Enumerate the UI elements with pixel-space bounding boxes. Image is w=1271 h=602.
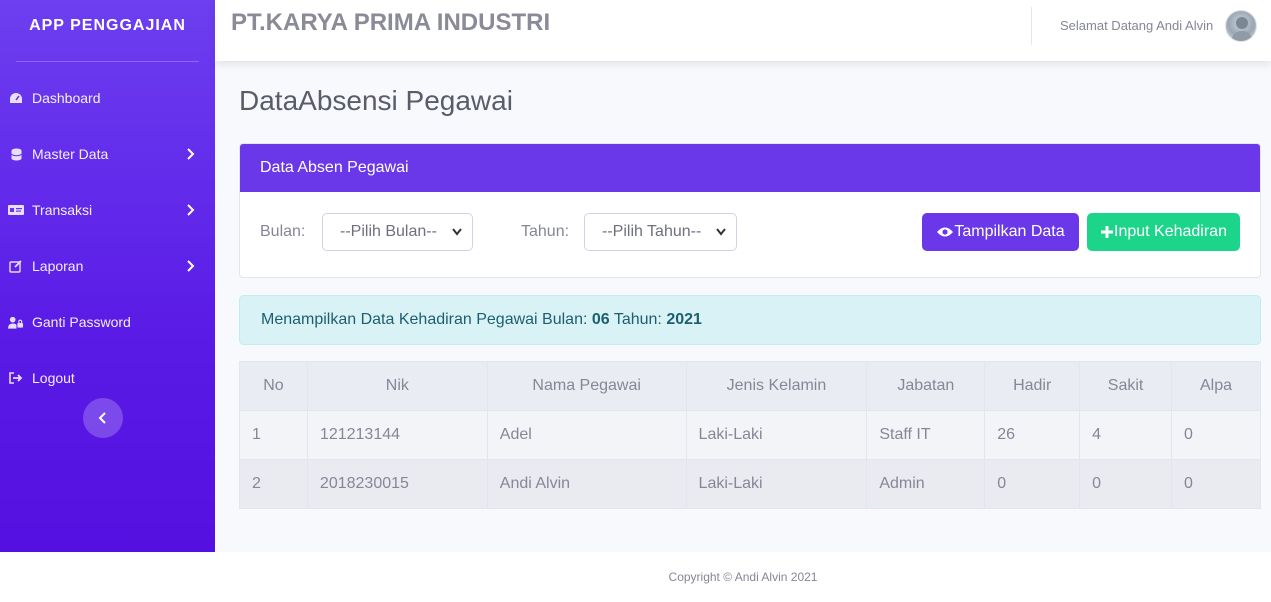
sidebar: APP PENGGAJIAN Dashboard Master Data Tra… <box>0 0 215 552</box>
tahun-label: Tahun: <box>521 223 570 240</box>
sidebar-item-master-data[interactable]: Master Data <box>0 126 215 182</box>
chevron-down-icon <box>452 228 462 236</box>
sidebar-item-ganti-password[interactable]: Ganti Password <box>0 294 215 350</box>
copyright-text: Copyright © Andi Alvin 2021 <box>668 570 818 584</box>
chevron-right-icon <box>187 204 195 216</box>
card-header: Data Absen Pegawai <box>240 144 1260 192</box>
chevron-right-icon <box>187 260 195 272</box>
sidebar-item-label: Laporan <box>32 258 84 274</box>
sidebar-item-label: Dashboard <box>32 90 101 106</box>
tampilkan-data-label: Tampilkan Data <box>954 223 1065 240</box>
tachometer-icon <box>8 90 24 106</box>
info-alert: Menampilkan Data Kehadiran Pegawai Bulan… <box>239 295 1261 345</box>
topbar-divider <box>1031 7 1032 45</box>
sign-out-icon <box>8 370 24 386</box>
app-root: APP PENGGAJIAN Dashboard Master Data Tra… <box>0 0 1271 602</box>
main-content: DataAbsensi Pegawai Data Absen Pegawai B… <box>215 61 1271 552</box>
sidebar-nav: Dashboard Master Data Transaksi Laporan … <box>0 70 215 406</box>
cell-jabatan: Admin <box>866 459 986 509</box>
table-row: 2 2018230015 Andi Alvin Laki-Laki Admin … <box>239 459 1261 509</box>
bulan-select-value: --Pilih Bulan-- <box>340 223 437 240</box>
header-hadir[interactable]: Hadir <box>984 361 1081 411</box>
header-jenis-kelamin[interactable]: Jenis Kelamin <box>685 361 868 411</box>
alert-bulan: 06 <box>591 311 610 328</box>
header-no[interactable]: No <box>239 361 308 411</box>
input-kehadiran-label: Input Kehadiran <box>1114 223 1227 240</box>
table-row: 1 121213144 Adel Laki-Laki Staff IT 26 4… <box>239 410 1261 460</box>
header-jabatan[interactable]: Jabatan <box>866 361 986 411</box>
sidebar-item-transaksi[interactable]: Transaksi <box>0 182 215 238</box>
sidebar-divider <box>16 61 199 62</box>
table-header: No Nik Nama Pegawai Jenis Kelamin Jabata… <box>239 361 1261 411</box>
cell-nik: 121213144 <box>306 410 488 460</box>
header-nik[interactable]: Nik <box>306 361 488 411</box>
sidebar-toggle-button[interactable] <box>83 398 123 438</box>
database-icon <box>8 146 24 162</box>
chevron-right-icon <box>187 148 195 160</box>
footer: Copyright © Andi Alvin 2021 <box>215 552 1271 602</box>
tampilkan-data-button[interactable]: Tampilkan Data <box>922 213 1079 251</box>
cell-jenis-kelamin: Laki-Laki <box>685 410 868 460</box>
cell-sakit: 4 <box>1079 410 1173 460</box>
eye-icon <box>937 227 954 237</box>
cell-nama: Adel <box>486 410 687 460</box>
input-kehadiran-button[interactable]: Input Kehadiran <box>1087 213 1240 251</box>
cell-jenis-kelamin: Laki-Laki <box>685 459 868 509</box>
header-nama-pegawai[interactable]: Nama Pegawai <box>486 361 687 411</box>
user-lock-icon <box>8 314 24 330</box>
cell-sakit: 0 <box>1079 459 1173 509</box>
brand-title[interactable]: APP PENGGAJIAN <box>0 0 215 52</box>
alert-middle: Tahun: <box>609 311 667 328</box>
page-title: DataAbsensi Pegawai <box>239 85 513 116</box>
topbar: PT.KARYA PRIMA INDUSTRI Selamat Datang A… <box>215 0 1271 61</box>
header-alpa[interactable]: Alpa <box>1171 361 1261 411</box>
plus-icon <box>1101 226 1113 238</box>
sidebar-item-label: Ganti Password <box>32 314 131 330</box>
company-name: PT.KARYA PRIMA INDUSTRI <box>231 9 551 36</box>
chevron-left-icon <box>98 412 106 424</box>
cell-nik: 2018230015 <box>306 459 488 509</box>
edit-icon <box>8 258 24 274</box>
sidebar-item-label: Master Data <box>32 146 109 162</box>
sidebar-item-laporan[interactable]: Laporan <box>0 238 215 294</box>
bulan-select[interactable]: --Pilih Bulan-- <box>322 213 473 251</box>
alert-tahun: 2021 <box>666 311 702 328</box>
id-card-icon <box>8 202 24 218</box>
welcome-text[interactable]: Selamat Datang Andi Alvin <box>1060 18 1213 33</box>
sidebar-item-dashboard[interactable]: Dashboard <box>0 70 215 126</box>
cell-hadir: 0 <box>984 459 1081 509</box>
cell-alpa: 0 <box>1171 459 1261 509</box>
chevron-down-icon <box>716 228 726 236</box>
sidebar-item-label: Logout <box>32 370 75 386</box>
cell-nama: Andi Alvin <box>486 459 687 509</box>
tahun-select-value: --Pilih Tahun-- <box>602 223 702 240</box>
cell-hadir: 26 <box>984 410 1081 460</box>
cell-alpa: 0 <box>1171 410 1261 460</box>
tahun-select[interactable]: --Pilih Tahun-- <box>584 213 737 251</box>
cell-jabatan: Staff IT <box>866 410 986 460</box>
bulan-label: Bulan: <box>260 223 306 240</box>
filter-card: Data Absen Pegawai Bulan: --Pilih Bulan-… <box>239 143 1261 278</box>
cell-no: 2 <box>239 459 308 509</box>
header-sakit[interactable]: Sakit <box>1079 361 1173 411</box>
attendance-table: No Nik Nama Pegawai Jenis Kelamin Jabata… <box>239 361 1261 509</box>
alert-prefix: Menampilkan Data Kehadiran Pegawai Bulan… <box>261 311 592 328</box>
avatar[interactable] <box>1225 10 1257 42</box>
sidebar-item-label: Transaksi <box>32 202 93 218</box>
cell-no: 1 <box>239 410 308 460</box>
user-photo-icon <box>1231 17 1253 41</box>
